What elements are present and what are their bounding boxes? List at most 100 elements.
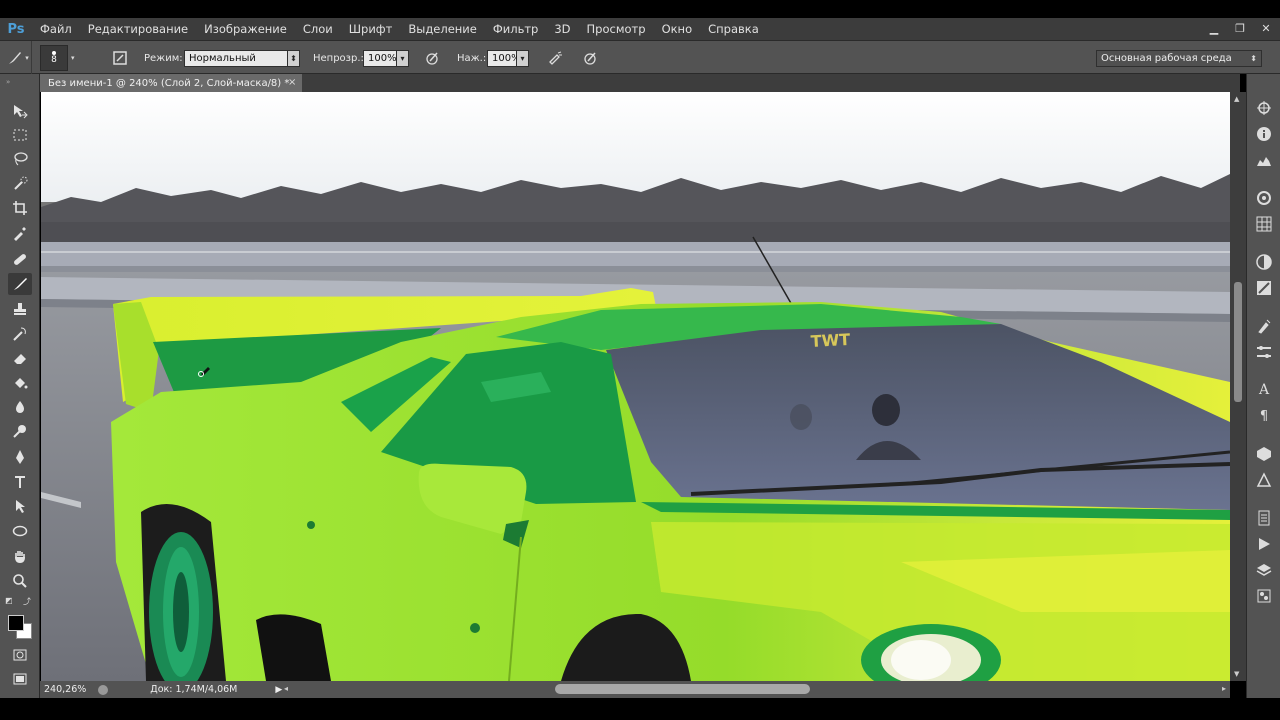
history-brush-tool-icon[interactable]	[8, 323, 32, 345]
opacity-field[interactable]: 100% ▾	[363, 41, 409, 75]
pressure-size-button[interactable]	[580, 41, 600, 75]
color-swatches[interactable]	[6, 613, 36, 643]
canvas-image: TWT	[41, 92, 1230, 681]
menu-item-1[interactable]: Редактирование	[80, 18, 196, 40]
document-tab-title: Без имени-1 @ 240% (Слой 2, Слой-маска/8…	[48, 77, 290, 89]
brush-size-value: 8	[51, 55, 57, 65]
brush-panel-icon	[110, 48, 130, 68]
horizontal-scroll-thumb[interactable]	[555, 684, 810, 694]
scroll-right-icon[interactable]: ▸	[1222, 684, 1226, 693]
menu-item-6[interactable]: Фильтр	[485, 18, 547, 40]
paragraph-icon[interactable]: ¶	[1256, 408, 1272, 424]
svg-text:TWT: TWT	[810, 330, 851, 351]
mode-label: Режим:	[144, 52, 183, 64]
3d-icon[interactable]	[1256, 446, 1272, 462]
workspace-select[interactable]: Основная рабочая среда ⬍	[1096, 41, 1262, 75]
chevron-updown-icon: ⬍	[288, 49, 300, 67]
mode-select[interactable]: Нормальный ⬍	[184, 41, 300, 75]
window-controls: ▁ ❐ ✕	[1208, 18, 1272, 40]
airbrush-button[interactable]	[545, 41, 565, 75]
path-selection-tool-icon[interactable]	[8, 495, 32, 517]
document-canvas[interactable]: TWT	[41, 92, 1230, 681]
menu-item-4[interactable]: Шрифт	[341, 18, 401, 40]
hand-tool-icon[interactable]	[8, 546, 32, 568]
menu-item-5[interactable]: Выделение	[400, 18, 485, 40]
play-icon[interactable]	[1256, 536, 1272, 552]
opacity-value: 100%	[368, 52, 397, 64]
quick-mask-icon[interactable]	[8, 644, 32, 666]
foreground-color-swatch[interactable]	[8, 615, 24, 631]
pressure-opacity-button[interactable]	[422, 41, 442, 75]
document-tab[interactable]: Без имени-1 @ 240% (Слой 2, Слой-маска/8…	[40, 74, 302, 92]
swap-colors-icon[interactable]: ◩ ⤴	[5, 596, 35, 608]
vertical-scroll-thumb[interactable]	[1234, 282, 1242, 402]
menu-item-10[interactable]: Справка	[700, 18, 767, 40]
collapse-icon[interactable]: »	[6, 78, 10, 86]
screen-mode-icon[interactable]	[8, 668, 32, 690]
chevron-down-icon: ▾	[71, 54, 75, 62]
close-icon[interactable]: ×	[288, 77, 296, 88]
sky	[41, 92, 1230, 202]
channels-icon[interactable]	[1256, 588, 1272, 604]
brush-panel-toggle[interactable]	[110, 41, 130, 75]
proof-icon[interactable]	[98, 684, 109, 695]
document-info: Док: 1,74M/4,06M	[150, 684, 238, 695]
swatches-icon[interactable]	[1256, 216, 1272, 232]
minimize-icon[interactable]: ▁	[1208, 23, 1220, 35]
histogram-icon[interactable]	[1256, 152, 1272, 168]
clone-stamp-tool-icon[interactable]	[8, 298, 32, 320]
menu-item-0[interactable]: Файл	[32, 18, 80, 40]
bottom-frame-band	[0, 698, 1280, 720]
flow-label: Наж.:	[457, 52, 487, 64]
menu-items: Файл Редактирование Изображение Слои Шрифт Вы…	[32, 18, 767, 40]
zoom-level[interactable]: 240,26%	[44, 684, 86, 695]
color-icon[interactable]	[1256, 190, 1272, 206]
menu-item-2[interactable]: Изображение	[196, 18, 295, 40]
crop-tool-icon[interactable]	[8, 197, 32, 219]
menu-item-9[interactable]: Окно	[654, 18, 701, 40]
brush-tool-icon[interactable]	[8, 273, 32, 295]
menu-item-7[interactable]: 3D	[546, 18, 578, 40]
marquee-tool-icon[interactable]	[8, 124, 32, 146]
move-tool-icon[interactable]	[8, 100, 32, 122]
close-icon[interactable]: ✕	[1260, 23, 1272, 35]
pen-tool-icon[interactable]	[8, 446, 32, 468]
zoom-tool-icon[interactable]	[8, 570, 32, 592]
actions-icon[interactable]	[1256, 510, 1272, 526]
character-icon[interactable]: A	[1256, 382, 1272, 398]
chevron-down-icon: ▾	[517, 49, 529, 67]
scroll-up-icon[interactable]: ▲	[1234, 95, 1239, 103]
vertical-scrollbar[interactable]: ▲ ▼	[1230, 92, 1246, 681]
type-tool-icon[interactable]	[8, 471, 32, 493]
menu-item-8[interactable]: Просмотр	[579, 18, 654, 40]
tool-preset-picker[interactable]: ▾	[4, 41, 32, 75]
menu-bar: Ps Файл Редактирование Изображение Слои Шриф…	[0, 18, 1280, 40]
top-frame-band	[0, 0, 1280, 18]
clone-source-icon[interactable]	[1256, 344, 1272, 360]
info-icon[interactable]	[1256, 126, 1272, 142]
brush-size-picker[interactable]: 8 ▾	[40, 41, 88, 75]
restore-icon[interactable]: ❐	[1234, 23, 1246, 35]
lasso-tool-icon[interactable]	[8, 148, 32, 170]
menu-item-3[interactable]: Слои	[295, 18, 341, 40]
status-menu-arrow-icon[interactable]: ▶	[275, 685, 282, 695]
scroll-left-icon[interactable]: ◂	[284, 684, 288, 693]
paint-bucket-tool-icon[interactable]	[8, 372, 32, 394]
navigator-icon[interactable]	[1256, 100, 1272, 116]
eyedropper-tool-icon[interactable]	[8, 222, 32, 244]
styles-icon[interactable]	[1256, 280, 1272, 296]
quick-select-tool-icon[interactable]	[8, 172, 32, 194]
document-tab-bar: Без имени-1 @ 240% (Слой 2, Слой-маска/8…	[40, 74, 1240, 92]
3d-light-icon[interactable]	[1256, 472, 1272, 488]
brush-presets-icon[interactable]	[1256, 318, 1272, 334]
horizontal-scrollbar[interactable]: ◂ ▸	[284, 681, 1230, 698]
dodge-tool-icon[interactable]	[8, 420, 32, 442]
healing-brush-tool-icon[interactable]	[8, 248, 32, 270]
layers-icon[interactable]	[1256, 562, 1272, 578]
scroll-down-icon[interactable]: ▼	[1234, 670, 1239, 678]
blur-tool-icon[interactable]	[8, 396, 32, 418]
eraser-tool-icon[interactable]	[8, 347, 32, 369]
adjustments-icon[interactable]	[1256, 254, 1272, 270]
ellipse-tool-icon[interactable]	[8, 520, 32, 542]
flow-field[interactable]: 100% ▾	[487, 41, 529, 75]
